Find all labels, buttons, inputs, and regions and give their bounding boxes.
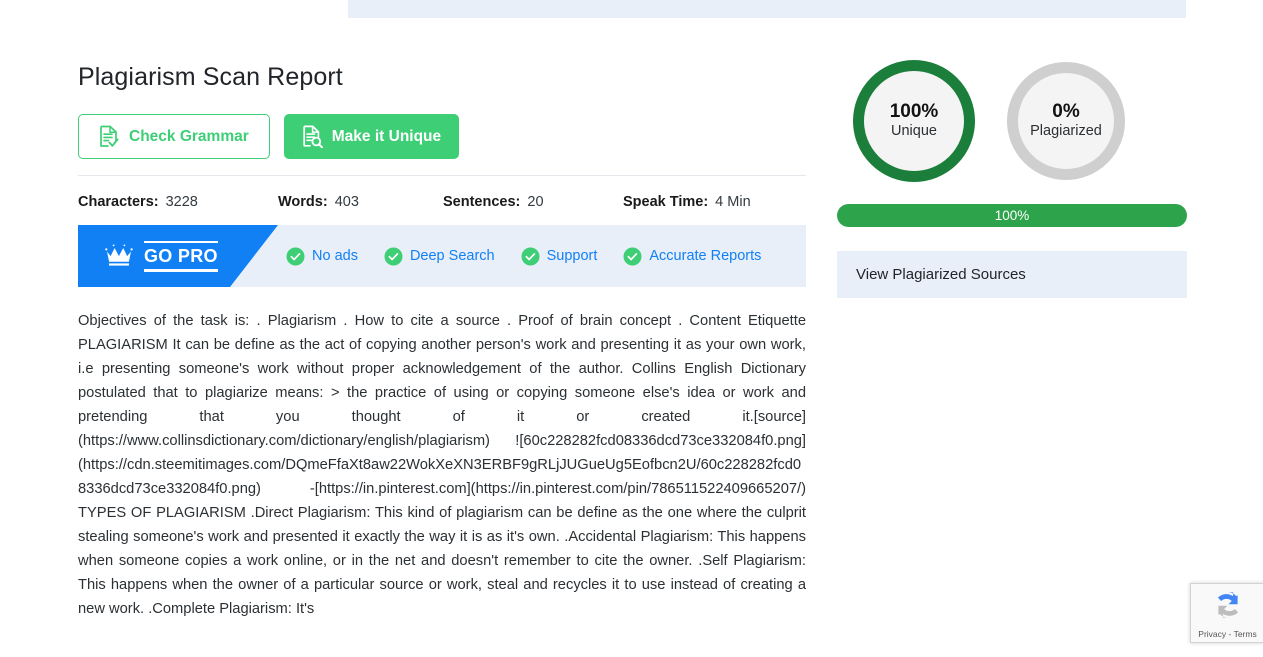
action-button-row: Check Grammar Make it Unique (78, 114, 806, 176)
make-it-unique-button[interactable]: Make it Unique (283, 114, 460, 159)
plagiarized-label: Plagiarized (1030, 123, 1102, 139)
unique-percent: 100% (889, 101, 939, 122)
recaptcha-terms-label[interactable]: Privacy - Terms (1198, 629, 1256, 639)
stat-sentences: Sentences: 20 (443, 194, 623, 210)
stat-sentences-value: 20 (527, 194, 544, 210)
check-grammar-button[interactable]: Check Grammar (78, 114, 270, 159)
stat-speak-time-value: 4 Min (715, 194, 751, 210)
perk-no-ads[interactable]: No ads (286, 247, 358, 266)
unique-gauge: 100% Unique (853, 60, 975, 182)
plagiarized-percent: 0% (1052, 101, 1080, 122)
go-pro-label: GO PRO (144, 246, 218, 266)
check-circle-icon (521, 247, 540, 265)
go-pro-rule-bottom (144, 269, 218, 272)
stat-sentences-label: Sentences: (443, 194, 521, 210)
perk-support[interactable]: Support (521, 247, 598, 266)
perk-deep-search[interactable]: Deep Search (384, 247, 495, 266)
stat-words-label: Words: (278, 194, 328, 210)
make-it-unique-label: Make it Unique (331, 127, 442, 145)
scanned-text-body: Objectives of the task is: . Plagiarism … (78, 313, 806, 617)
check-circle-icon (384, 247, 403, 265)
unique-progress-value: 100% (994, 208, 1030, 223)
go-pro-rule-top (144, 240, 218, 243)
go-pro-tag[interactable]: GO PRO (78, 225, 278, 287)
check-circle-icon (286, 247, 305, 265)
document-stats-row: Characters: 3228 Words: 403 Sentences: 2… (78, 190, 806, 214)
page-title: Plagiarism Scan Report (78, 63, 343, 91)
document-check-icon (99, 125, 120, 148)
plagiarized-gauge: 0% Plagiarized (1007, 62, 1125, 180)
stat-speak-time-label: Speak Time: (623, 194, 709, 210)
stat-words: Words: 403 (278, 194, 443, 210)
recaptcha-icon (1211, 588, 1245, 627)
stat-speak-time: Speak Time: 4 Min (623, 194, 751, 210)
stat-words-value: 403 (334, 194, 359, 210)
perk-support-label: Support (546, 248, 598, 264)
report-main-column: Plagiarism Scan Report Check Grammar Mak… (78, 60, 806, 621)
crown-icon (104, 243, 134, 269)
view-plagiarized-sources-button[interactable]: View Plagiarized Sources (837, 251, 1187, 298)
report-results-column: 100% Unique 0% Plagiarized 100% View Pla… (837, 60, 1187, 298)
unique-progress-bar: 100% (837, 204, 1187, 227)
perk-deep-search-label: Deep Search (409, 248, 495, 264)
check-grammar-label: Check Grammar (129, 127, 249, 145)
recaptcha-badge[interactable]: Privacy - Terms (1190, 583, 1263, 643)
go-pro-banner[interactable]: GO PRO No ads Deep Search Support Accura… (78, 225, 806, 287)
stat-characters: Characters: 3228 (78, 194, 278, 210)
stat-characters-value: 3228 (165, 194, 198, 210)
unique-label: Unique (891, 123, 937, 139)
document-search-icon (302, 125, 323, 148)
go-pro-text-block: GO PRO (144, 240, 218, 272)
perk-no-ads-label: No ads (312, 248, 358, 264)
go-pro-perks: No ads Deep Search Support Accurate Repo… (286, 247, 787, 266)
check-circle-icon (623, 247, 642, 265)
top-banner-strip (348, 0, 1186, 18)
stat-characters-label: Characters: (78, 194, 159, 210)
page-root: Plagiarism Scan Report Check Grammar Mak… (0, 0, 1263, 657)
result-gauges: 100% Unique 0% Plagiarized (837, 60, 1187, 182)
perk-accurate-reports-label: Accurate Reports (649, 248, 762, 264)
view-plagiarized-sources-label: View Plagiarized Sources (856, 266, 1026, 283)
perk-accurate-reports[interactable]: Accurate Reports (623, 247, 761, 266)
